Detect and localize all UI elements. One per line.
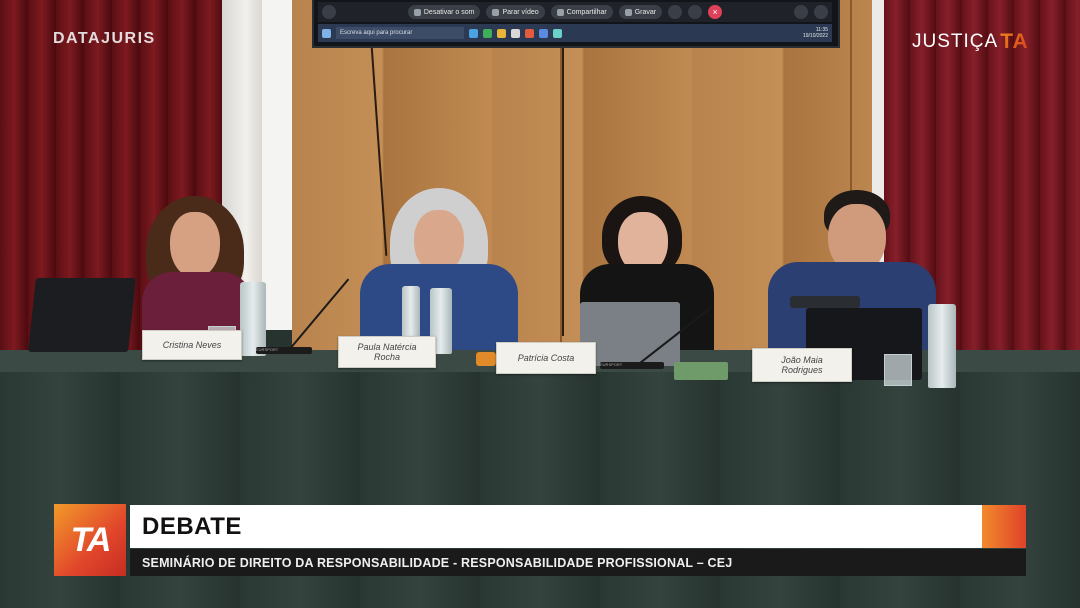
share-button[interactable]: Compartilhar — [550, 5, 613, 19]
water-bottle — [240, 282, 266, 356]
meeting-toolbar: Desativar o som Parar vídeo Compartilhar… — [318, 2, 832, 22]
window — [262, 0, 294, 330]
share-icon — [556, 8, 564, 16]
record-icon — [624, 8, 632, 16]
app-icon[interactable] — [511, 28, 520, 38]
nameplate-patricia-costa: Patrícia Costa — [496, 342, 596, 374]
lower-third-title-bar: DEBATE — [130, 505, 982, 548]
lower-third-subtitle-bar: SEMINÁRIO DE DIREITO DA RESPONSABILIDADE… — [130, 549, 1026, 576]
lower-third-title: DEBATE — [142, 512, 242, 540]
microphone-base: EURSPORT — [256, 347, 312, 354]
lower-third-accent — [982, 505, 1026, 548]
more-icon[interactable] — [668, 5, 683, 19]
nameplate-joao-maia-rodrigues: João Maia Rodrigues — [752, 348, 852, 382]
nameplate-paula-natercia-rocha: Paula Natércia Rocha — [338, 336, 436, 368]
lower-third-ta-logo: TA — [54, 504, 126, 576]
mic-icon — [413, 8, 421, 16]
folder-icon[interactable] — [497, 28, 506, 38]
windows-taskbar: Escreva aqui para procurar 11:35 19/10/20… — [318, 24, 832, 42]
water-bottle — [928, 304, 956, 388]
record-button[interactable]: Gravar — [618, 5, 663, 19]
app-icon[interactable] — [525, 28, 534, 38]
chat-icon[interactable] — [814, 5, 828, 19]
water-glass — [884, 354, 912, 386]
nameplate-cristina-neves: Cristina Neves — [142, 330, 242, 360]
stop-video-button[interactable]: Parar vídeo — [486, 5, 545, 19]
menu-icon[interactable] — [322, 5, 336, 19]
projection-screen: Desativar o som Parar vídeo Compartilhar… — [312, 0, 840, 48]
leave-call-icon[interactable]: × — [708, 5, 723, 19]
mute-button[interactable]: Desativar o som — [407, 5, 481, 19]
app-icon[interactable] — [469, 28, 478, 38]
laptop — [790, 296, 860, 308]
justica-ta-logo: JUSTIÇA TA — [912, 30, 1029, 53]
participants-icon[interactable] — [794, 5, 808, 19]
taskbar-clock: 11:35 19/10/2022 — [802, 27, 828, 39]
green-box — [674, 362, 728, 380]
windows-start-icon[interactable] — [322, 28, 331, 38]
app-icon[interactable] — [539, 28, 548, 38]
app-icon[interactable] — [483, 28, 492, 38]
datajuris-logo: DATAJURIS — [53, 30, 156, 47]
orange-object — [476, 352, 496, 366]
reactions-icon[interactable] — [688, 5, 703, 19]
video-frame: Desativar o som Parar vídeo Compartilhar… — [0, 0, 1080, 608]
camera-icon — [492, 8, 500, 16]
microphone-base: EURSPORT — [600, 362, 664, 369]
cable — [562, 46, 564, 336]
meeting-app-icon[interactable] — [553, 28, 562, 38]
laptop — [28, 278, 136, 352]
lower-third-subtitle: SEMINÁRIO DE DIREITO DA RESPONSABILIDADE… — [142, 555, 733, 570]
taskbar-search[interactable]: Escreva aqui para procurar — [336, 27, 464, 39]
